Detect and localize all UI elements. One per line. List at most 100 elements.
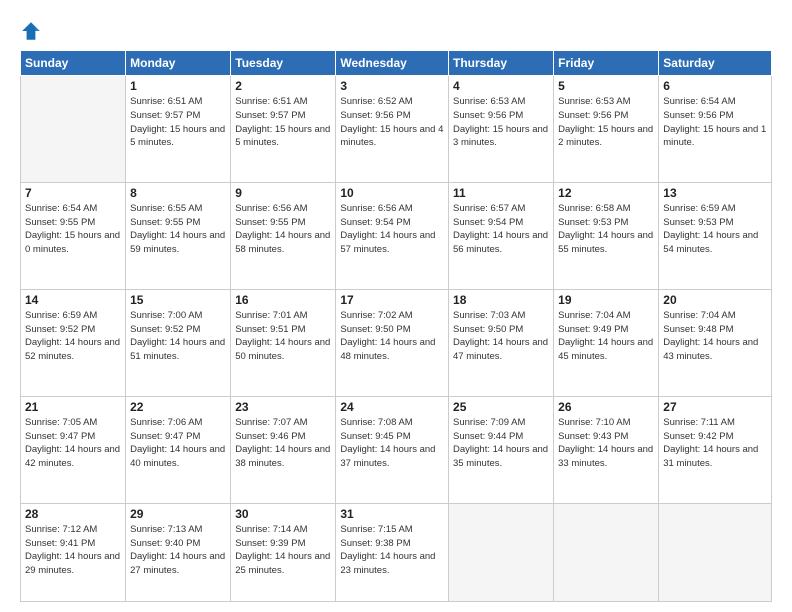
day-cell: 1 Sunrise: 6:51 AMSunset: 9:57 PMDaylight… (126, 76, 231, 183)
day-cell: 8 Sunrise: 6:55 AMSunset: 9:55 PMDaylight… (126, 182, 231, 289)
day-info: Sunrise: 6:58 AMSunset: 9:53 PMDaylight:… (558, 202, 654, 257)
day-cell (554, 503, 659, 601)
day-number: 31 (340, 507, 444, 521)
day-number: 1 (130, 79, 226, 93)
day-number: 24 (340, 400, 444, 414)
day-number: 19 (558, 293, 654, 307)
day-cell: 10 Sunrise: 6:56 AMSunset: 9:54 PMDayligh… (336, 182, 449, 289)
day-info: Sunrise: 6:53 AMSunset: 9:56 PMDaylight:… (453, 95, 549, 150)
th-tuesday: Tuesday (231, 51, 336, 76)
day-cell (449, 503, 554, 601)
header-row: Sunday Monday Tuesday Wednesday Thursday… (21, 51, 772, 76)
day-info: Sunrise: 7:08 AMSunset: 9:45 PMDaylight:… (340, 416, 444, 471)
day-number: 18 (453, 293, 549, 307)
day-info: Sunrise: 6:57 AMSunset: 9:54 PMDaylight:… (453, 202, 549, 257)
day-cell: 15 Sunrise: 7:00 AMSunset: 9:52 PMDayligh… (126, 289, 231, 396)
day-cell: 14 Sunrise: 6:59 AMSunset: 9:52 PMDayligh… (21, 289, 126, 396)
day-number: 30 (235, 507, 331, 521)
day-cell: 16 Sunrise: 7:01 AMSunset: 9:51 PMDayligh… (231, 289, 336, 396)
day-cell: 31Sunrise: 7:15 AMSunset: 9:38 PMDayligh… (336, 503, 449, 601)
day-number: 7 (25, 186, 121, 200)
day-cell: 18Sunrise: 7:03 AMSunset: 9:50 PMDayligh… (449, 289, 554, 396)
day-number: 27 (663, 400, 767, 414)
day-cell (659, 503, 772, 601)
day-cell: 13 Sunrise: 6:59 AMSunset: 9:53 PMDayligh… (659, 182, 772, 289)
day-info: Sunrise: 7:01 AMSunset: 9:51 PMDaylight:… (235, 309, 331, 364)
day-cell: 20Sunrise: 7:04 AMSunset: 9:48 PMDayligh… (659, 289, 772, 396)
th-friday: Friday (554, 51, 659, 76)
day-number: 2 (235, 79, 331, 93)
day-number: 6 (663, 79, 767, 93)
th-wednesday: Wednesday (336, 51, 449, 76)
day-cell: 21 Sunrise: 7:05 AMSunset: 9:47 PMDayligh… (21, 396, 126, 503)
day-number: 21 (25, 400, 121, 414)
day-cell: 22 Sunrise: 7:06 AMSunset: 9:47 PMDayligh… (126, 396, 231, 503)
day-number: 3 (340, 79, 444, 93)
day-cell: 24 Sunrise: 7:08 AMSunset: 9:45 PMDayligh… (336, 396, 449, 503)
day-info: Sunrise: 7:12 AMSunset: 9:41 PMDaylight:… (25, 523, 121, 578)
day-number: 8 (130, 186, 226, 200)
calendar: Sunday Monday Tuesday Wednesday Thursday… (20, 50, 772, 602)
day-cell: 29 Sunrise: 7:13 AMSunset: 9:40 PMDayligh… (126, 503, 231, 601)
day-cell: 26 Sunrise: 7:10 AMSunset: 9:43 PMDayligh… (554, 396, 659, 503)
day-number: 11 (453, 186, 549, 200)
day-number: 29 (130, 507, 226, 521)
day-info: Sunrise: 6:53 AMSunset: 9:56 PMDaylight:… (558, 95, 654, 150)
day-info: Sunrise: 7:10 AMSunset: 9:43 PMDaylight:… (558, 416, 654, 471)
day-info: Sunrise: 6:59 AMSunset: 9:52 PMDaylight:… (25, 309, 121, 364)
day-cell: 2 Sunrise: 6:51 AMSunset: 9:57 PMDaylight… (231, 76, 336, 183)
th-thursday: Thursday (449, 51, 554, 76)
day-number: 5 (558, 79, 654, 93)
day-number: 25 (453, 400, 549, 414)
logo-icon (20, 20, 42, 42)
day-info: Sunrise: 6:51 AMSunset: 9:57 PMDaylight:… (130, 95, 226, 150)
day-number: 9 (235, 186, 331, 200)
day-cell: 4 Sunrise: 6:53 AMSunset: 9:56 PMDaylight… (449, 76, 554, 183)
day-number: 4 (453, 79, 549, 93)
day-number: 14 (25, 293, 121, 307)
day-cell: 27Sunrise: 7:11 AMSunset: 9:42 PMDayligh… (659, 396, 772, 503)
day-cell: 12Sunrise: 6:58 AMSunset: 9:53 PMDayligh… (554, 182, 659, 289)
day-cell: 11 Sunrise: 6:57 AMSunset: 9:54 PMDayligh… (449, 182, 554, 289)
day-cell: 9Sunrise: 6:56 AMSunset: 9:55 PMDaylight… (231, 182, 336, 289)
day-number: 20 (663, 293, 767, 307)
day-number: 22 (130, 400, 226, 414)
day-info: Sunrise: 7:13 AMSunset: 9:40 PMDaylight:… (130, 523, 226, 578)
day-info: Sunrise: 7:00 AMSunset: 9:52 PMDaylight:… (130, 309, 226, 364)
page: Sunday Monday Tuesday Wednesday Thursday… (0, 0, 792, 612)
day-info: Sunrise: 6:56 AMSunset: 9:54 PMDaylight:… (340, 202, 444, 257)
day-cell: 5 Sunrise: 6:53 AMSunset: 9:56 PMDaylight… (554, 76, 659, 183)
day-number: 26 (558, 400, 654, 414)
day-cell: 19Sunrise: 7:04 AMSunset: 9:49 PMDayligh… (554, 289, 659, 396)
day-cell: 7 Sunrise: 6:54 AMSunset: 9:55 PMDaylight… (21, 182, 126, 289)
day-info: Sunrise: 6:51 AMSunset: 9:57 PMDaylight:… (235, 95, 331, 150)
day-cell: 30 Sunrise: 7:14 AMSunset: 9:39 PMDayligh… (231, 503, 336, 601)
day-info: Sunrise: 7:14 AMSunset: 9:39 PMDaylight:… (235, 523, 331, 578)
day-info: Sunrise: 7:09 AMSunset: 9:44 PMDaylight:… (453, 416, 549, 471)
day-info: Sunrise: 6:52 AMSunset: 9:56 PMDaylight:… (340, 95, 444, 150)
day-info: Sunrise: 7:05 AMSunset: 9:47 PMDaylight:… (25, 416, 121, 471)
day-info: Sunrise: 7:06 AMSunset: 9:47 PMDaylight:… (130, 416, 226, 471)
th-sunday: Sunday (21, 51, 126, 76)
header (20, 18, 772, 42)
day-number: 10 (340, 186, 444, 200)
day-info: Sunrise: 7:07 AMSunset: 9:46 PMDaylight:… (235, 416, 331, 471)
day-cell (21, 76, 126, 183)
day-info: Sunrise: 6:54 AMSunset: 9:56 PMDaylight:… (663, 95, 767, 150)
week-row-4: 21 Sunrise: 7:05 AMSunset: 9:47 PMDayligh… (21, 396, 772, 503)
day-cell: 25 Sunrise: 7:09 AMSunset: 9:44 PMDayligh… (449, 396, 554, 503)
day-number: 15 (130, 293, 226, 307)
day-info: Sunrise: 6:59 AMSunset: 9:53 PMDaylight:… (663, 202, 767, 257)
day-number: 13 (663, 186, 767, 200)
day-info: Sunrise: 6:55 AMSunset: 9:55 PMDaylight:… (130, 202, 226, 257)
logo (20, 18, 46, 42)
day-cell: 17Sunrise: 7:02 AMSunset: 9:50 PMDayligh… (336, 289, 449, 396)
day-info: Sunrise: 6:54 AMSunset: 9:55 PMDaylight:… (25, 202, 121, 257)
day-number: 28 (25, 507, 121, 521)
day-cell: 6 Sunrise: 6:54 AMSunset: 9:56 PMDaylight… (659, 76, 772, 183)
week-row-2: 7 Sunrise: 6:54 AMSunset: 9:55 PMDaylight… (21, 182, 772, 289)
day-cell: 23Sunrise: 7:07 AMSunset: 9:46 PMDayligh… (231, 396, 336, 503)
day-number: 16 (235, 293, 331, 307)
week-row-5: 28 Sunrise: 7:12 AMSunset: 9:41 PMDayligh… (21, 503, 772, 601)
day-info: Sunrise: 7:02 AMSunset: 9:50 PMDaylight:… (340, 309, 444, 364)
